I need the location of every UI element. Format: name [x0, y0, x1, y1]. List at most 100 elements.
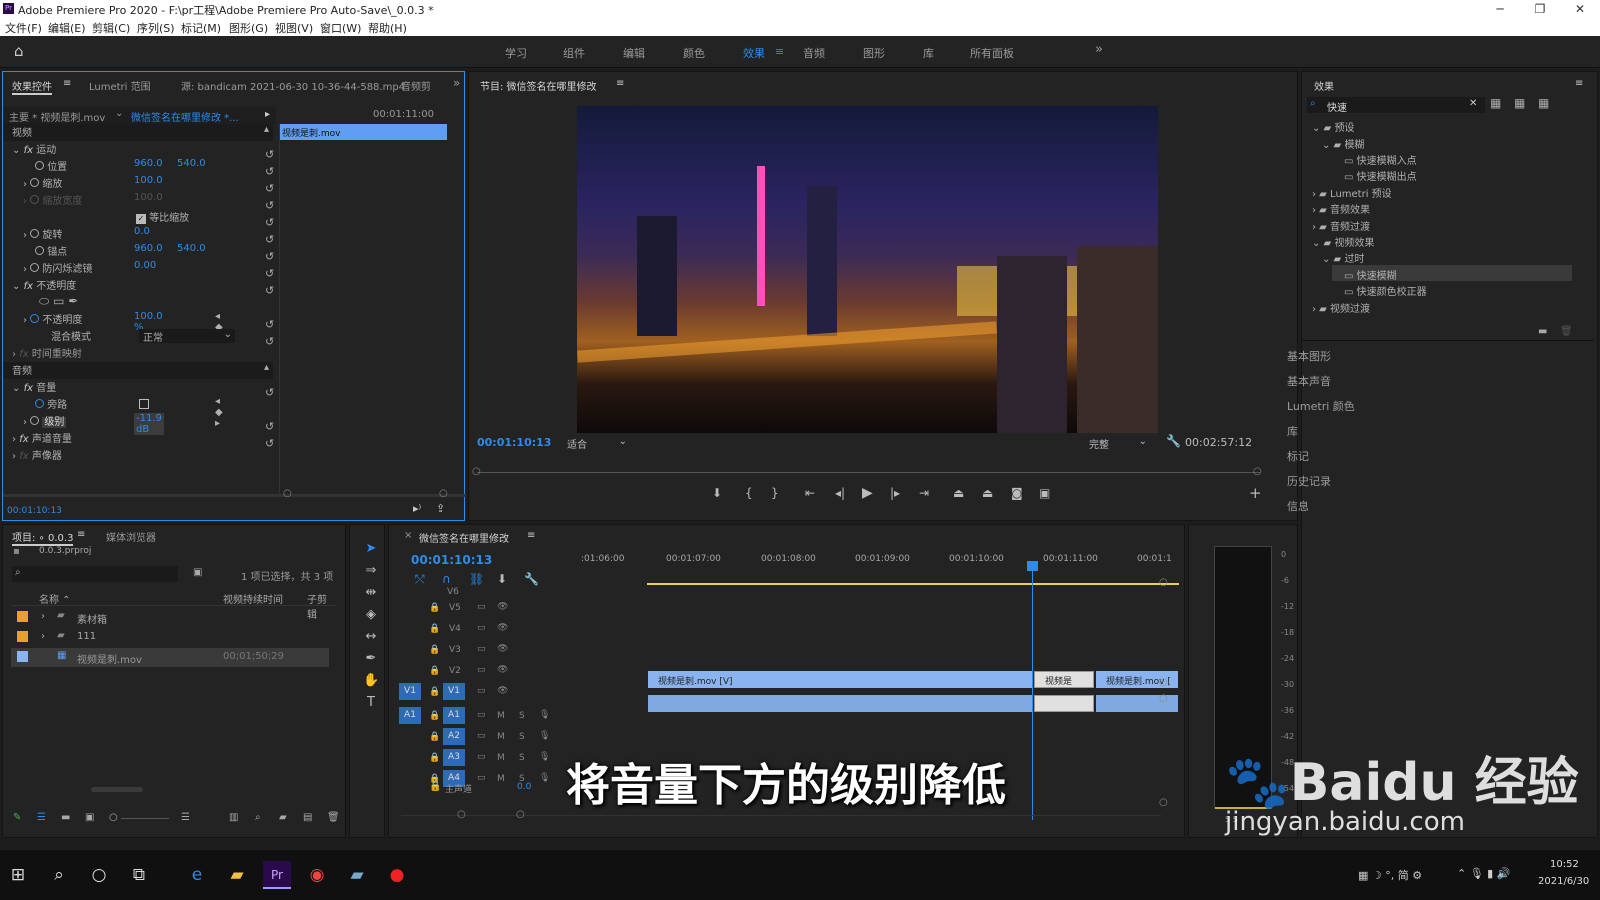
solo-button[interactable]: S: [519, 753, 525, 763]
list-item-selected[interactable]: ▦ 视频是刺.mov 00;01;50;29: [11, 648, 329, 667]
camera-icon[interactable]: ◙: [1011, 486, 1023, 500]
source-patch-v1[interactable]: V1: [399, 683, 421, 700]
col-name[interactable]: 名称 ⌃: [39, 591, 71, 606]
ellipse-mask-icon[interactable]: ⬭: [39, 294, 49, 308]
panel-markers[interactable]: 标记: [1287, 448, 1309, 464]
selection-tool-icon[interactable]: ➤: [363, 541, 379, 557]
sync-lock-icon[interactable]: ▭: [477, 710, 486, 720]
menu-help[interactable]: 帮助(H): [368, 20, 407, 36]
menu-marker[interactable]: 标记(M): [181, 20, 221, 36]
fit-select[interactable]: 适合 ⌄: [567, 436, 629, 451]
clear-search-icon[interactable]: ✕: [1469, 98, 1477, 109]
workspace-libraries[interactable]: 库: [923, 45, 934, 61]
tab-media-browser[interactable]: 媒体浏览器: [106, 529, 156, 544]
zoom-handle-left[interactable]: ○: [457, 809, 466, 820]
play-clip-audio-icon[interactable]: ▸⁾: [413, 502, 421, 515]
effects-title[interactable]: 效果: [1314, 78, 1334, 93]
master-track-value[interactable]: 0.0: [517, 782, 531, 792]
automate-icon[interactable]: ▥: [229, 812, 238, 823]
type-tool-icon[interactable]: T: [363, 695, 379, 711]
channel-volume-row[interactable]: › fx 声道音量: [3, 430, 72, 447]
comparison-view-icon[interactable]: ▣: [1039, 486, 1050, 500]
uniform-scale-checkbox[interactable]: ✓: [136, 214, 146, 224]
timeline-timecode[interactable]: 00:01:10:13: [411, 553, 492, 567]
track-select-tool-icon[interactable]: ⇒: [363, 563, 379, 579]
panel-essential-graphics[interactable]: 基本图形: [1287, 348, 1331, 364]
tree-item[interactable]: ▭ 快速颜色校正器: [1344, 283, 1427, 298]
col-duration[interactable]: 视频持续时间: [223, 591, 283, 606]
add-marker-icon[interactable]: ⬇: [497, 572, 507, 586]
sync-lock-icon[interactable]: ▭: [477, 602, 486, 612]
new-bin-icon[interactable]: ▰: [279, 812, 287, 823]
menu-edit[interactable]: 编辑(E): [48, 20, 86, 36]
pen-tool-icon[interactable]: ✒: [363, 651, 379, 667]
pencil-icon[interactable]: ✎: [13, 812, 21, 823]
stopwatch-icon[interactable]: [30, 263, 40, 272]
menu-sequence[interactable]: 序列(S): [137, 20, 175, 36]
sync-lock-icon[interactable]: ▭: [477, 752, 486, 762]
sequence-clip-label[interactable]: 微信签名在哪里修改 *...: [131, 109, 239, 124]
motion-row[interactable]: ⌄ fx 运动: [3, 141, 56, 158]
panel-menu-icon[interactable]: ≡: [1575, 78, 1583, 89]
position-x-value[interactable]: 960.0: [134, 158, 163, 169]
panel-overflow-icon[interactable]: »: [453, 76, 460, 90]
mic-icon[interactable]: 🎙: [539, 710, 550, 720]
scrub-handle-right[interactable]: ○: [1253, 466, 1262, 477]
zoom-handle-right[interactable]: ○: [516, 809, 525, 820]
edge-browser-icon[interactable]: e: [183, 861, 211, 889]
playhead-handle[interactable]: [1027, 561, 1038, 571]
list-view-icon[interactable]: ☰: [37, 812, 46, 823]
stopwatch-icon[interactable]: [30, 314, 40, 323]
blend-select[interactable]: 正常 ⌄: [139, 329, 235, 344]
sync-lock-icon[interactable]: ▭: [477, 731, 486, 741]
collapse-arrow-icon[interactable]: ▴: [264, 124, 269, 135]
scroll-handle[interactable]: ○: [1159, 677, 1168, 688]
zoom-slider[interactable]: [121, 818, 169, 819]
mic-icon[interactable]: 🎙: [539, 752, 550, 762]
windows-start-icon[interactable]: ⊞: [4, 861, 32, 889]
label-color-swatch[interactable]: [17, 651, 28, 662]
file-explorer-icon[interactable]: ▰: [223, 861, 251, 889]
chevron-down-icon[interactable]: ⌄: [115, 108, 123, 119]
horizontal-scrollbar[interactable]: [91, 787, 143, 792]
tab-effect-controls[interactable]: 效果控件: [12, 78, 52, 95]
volume-row[interactable]: ⌄ fx 音量: [3, 379, 56, 396]
add-marker-icon[interactable]: ⬇: [712, 486, 722, 500]
premiere-taskbar-icon[interactable]: Pr: [263, 861, 291, 889]
quality-select[interactable]: 完整 ⌄: [1089, 436, 1149, 451]
tree-item[interactable]: ⌄ ▰ 预设: [1312, 119, 1354, 134]
lock-icon[interactable]: 🔒: [429, 687, 440, 697]
workspace-effects[interactable]: 效果: [743, 45, 765, 61]
stopwatch-icon[interactable]: [35, 246, 44, 255]
tree-item[interactable]: › ▰ 音频过渡: [1312, 218, 1370, 233]
lock-icon[interactable]: 🔒: [429, 711, 440, 721]
sync-lock-icon[interactable]: ▭: [477, 644, 486, 654]
lock-icon[interactable]: 🔒: [429, 666, 440, 676]
workspace-color[interactable]: 颜色: [683, 45, 705, 61]
tab-lumetri-scopes[interactable]: Lumetri 范围: [89, 78, 151, 93]
cortana-icon[interactable]: ○: [85, 861, 113, 889]
scroll-handle[interactable]: ○: [1159, 797, 1168, 808]
workspace-assembly[interactable]: 组件: [563, 45, 585, 61]
home-icon[interactable]: ⌂: [14, 42, 24, 60]
opacity-row[interactable]: ⌄ fx 不透明度: [3, 277, 76, 294]
step-back-icon[interactable]: ◂|: [835, 486, 845, 500]
wrench-icon[interactable]: 🔧: [1166, 434, 1181, 448]
hand-tool-icon[interactable]: ✋: [363, 673, 379, 689]
eye-icon[interactable]: 👁: [497, 686, 508, 696]
time-remap-row[interactable]: › fx 时间重映射: [3, 345, 82, 362]
panner-row[interactable]: › fx 声像器: [3, 447, 62, 464]
accelerated-effects-icon[interactable]: ▦: [1490, 96, 1501, 110]
clock-date[interactable]: 2021/6/30: [1538, 876, 1589, 887]
timeline-title[interactable]: 微信签名在哪里修改: [419, 530, 509, 545]
tab-audio-clip[interactable]: 音频剪: [401, 78, 431, 93]
menu-file[interactable]: 文件(F): [5, 20, 42, 36]
clear-icon[interactable]: 🗑: [327, 812, 340, 823]
label-color-swatch[interactable]: [17, 631, 28, 642]
tree-item[interactable]: › ▰ 视频过渡: [1312, 300, 1370, 315]
audio-clip-selected[interactable]: [1034, 695, 1094, 712]
lock-icon[interactable]: 🔒: [429, 603, 440, 613]
eye-icon[interactable]: 👁: [497, 644, 508, 654]
task-view-icon[interactable]: ⧉: [125, 861, 153, 889]
maximize-button[interactable]: ❐: [1520, 0, 1560, 18]
